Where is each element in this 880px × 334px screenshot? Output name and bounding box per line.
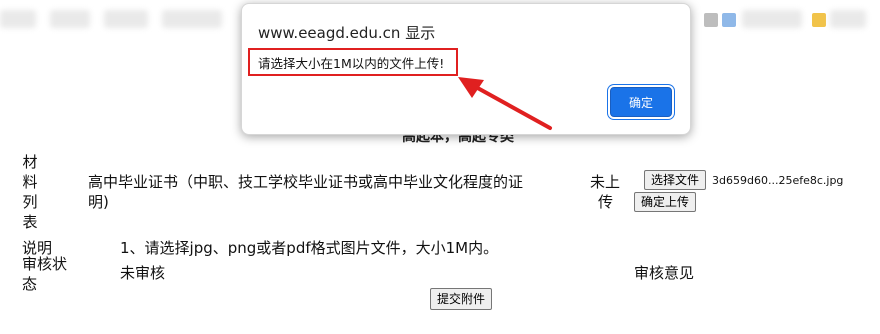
arrow-icon — [458, 77, 552, 130]
page: { "dialog": { "title": "www.eeagd.edu.cn… — [0, 0, 880, 334]
arrow-shaft — [472, 84, 552, 130]
